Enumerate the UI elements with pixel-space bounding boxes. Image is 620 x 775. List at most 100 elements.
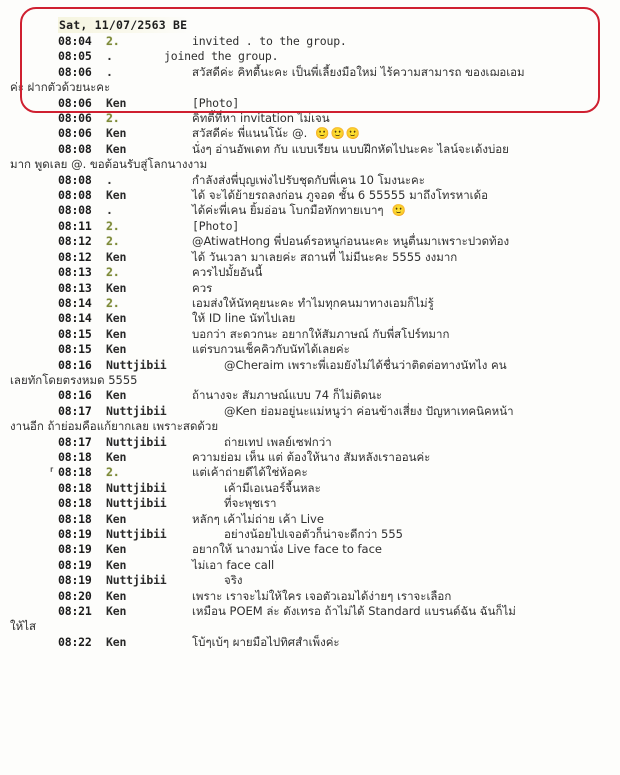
message-text: เหมือน POEM ล่ะ ดังเทรอ ถ้าไม่ได้ Standa… — [192, 604, 516, 619]
message-timestamp: 08:16 — [58, 357, 92, 372]
message-text: ได้ วันเวลา มาเลยค่ะ สถานที่ ไม่มีนะคะ 5… — [192, 249, 458, 264]
message-row: 08:15 Ken บอกว่า สะดวกนะ อยากให้สัมภาษณ์ ก… — [58, 327, 610, 342]
message-row: 08:18 Ken ความย่อม เห็น แต่ ต้องให้นาง สัม… — [58, 450, 610, 465]
message-timestamp: 08:06 — [58, 126, 92, 141]
message-sender: Ken — [106, 342, 127, 357]
message-row: 08:08 Ken ได้ จะได้ย้ายรถลงก่อน ภูจอด ชั้น… — [58, 188, 610, 203]
message-row: 08:12 Ken ได้ วันเวลา มาเลยค่ะ สถานที่ ไม่… — [58, 250, 610, 265]
message-row: 08:19 Nuttjibii จริง — [58, 573, 610, 588]
message-text: นั่งๆ อ่านอัพเดท กับ แบบเรียน แบบฝึกหัดไ… — [192, 141, 509, 156]
message-timestamp: 08:13 — [58, 265, 92, 280]
message-row: 08:17 Nuttjibii ถ่ายเทป เพลย์เซฟกว่า — [58, 435, 610, 450]
message-timestamp: 08:18 — [58, 480, 92, 495]
message-row: 08:22 Ken โบ้ๆเบ้ๆ ผายมือไปทิศสำเพ็งค่ะ — [58, 635, 610, 650]
message-timestamp: 08:17 — [58, 403, 92, 418]
message-text: หลักๆ เค้าไม่ถ่าย เค้า Live — [192, 511, 324, 526]
message-timestamp: 08:21 — [58, 604, 92, 619]
message-text: @AtiwatHong พี่ปอนด์รอหนูก่อนนะคะ หนูตื่… — [192, 234, 510, 249]
message-timestamp: 08:19 — [58, 527, 92, 541]
message-text: ถ้านางจะ สัมภาษณ์แบบ 74 ก็ไม่ติดนะ — [192, 388, 383, 403]
message-timestamp: 08:19 — [58, 542, 92, 557]
row-marker-icon: ⸢ — [48, 466, 56, 481]
message-row: 08:20 Ken เพราะ เราจะไม่ให้ใคร เจอตัวเอมได… — [58, 589, 610, 604]
message-timestamp: 08:08 — [58, 172, 92, 187]
message-text: เค้ามีเอเนอร์จี้นหละ — [224, 480, 321, 495]
emoji-smiley-icon: 🙂 — [383, 203, 407, 218]
chat-transcript-log: Sat, 11/07/2563 BE 08:04 2. invited . to t… — [0, 0, 620, 650]
message-timestamp: 08:14 — [58, 311, 92, 326]
message-timestamp: 08:19 — [58, 557, 92, 572]
message-text: ให้ ID line นัทไปเลย — [192, 311, 296, 326]
message-timestamp: 08:17 — [58, 434, 92, 449]
message-text: ได้ค่ะพี่เคน ยิ้มอ่อน โบกมือทักทายเบาๆ — [192, 203, 384, 218]
message-sender: Ken — [106, 326, 127, 341]
message-row: 08:06. สวัสดีค่ะ คิทตี้นะคะ เป็นพี่เลี้ยง… — [10, 64, 610, 96]
message-row: 08:17 Nuttjibii @Ken ย่อมอยู่นะแม่หนูว่า ค… — [10, 403, 610, 435]
message-text: joined the group. — [164, 49, 279, 64]
message-sender: 2. — [106, 34, 120, 48]
message-sender: 2. — [106, 265, 120, 280]
message-sender: Ken — [106, 188, 127, 203]
message-row: 08:13 2. ควรไปมั้ยอันนี้ — [58, 265, 610, 280]
message-timestamp: 08:15 — [58, 342, 92, 357]
message-timestamp: 08:16 — [58, 388, 92, 403]
message-row: 08:11 2. [Photo] — [58, 219, 610, 234]
message-text: สวัสดีค่ะ พี่แนนโน้ะ @. — [192, 126, 308, 141]
message-text: คิทตี้ที่หา invitation ไม่เจน — [192, 111, 330, 126]
message-text-continuation: ให้ไส — [10, 619, 36, 634]
emoji-smiley-icon: 🙂🙂🙂 — [307, 126, 362, 141]
message-text: อย่างน้อยไปเจอตัวก็น่าจะดีกว่า 555 — [224, 527, 403, 541]
message-timestamp: 08:18 — [58, 496, 92, 511]
message-timestamp: 08:08 — [58, 188, 92, 203]
message-sender: 2. — [106, 111, 120, 126]
message-timestamp: 08:11 — [58, 218, 92, 233]
message-text-continuation: เลยทักโดยตรงหมด 5555 — [10, 372, 138, 387]
message-sender: 2. — [106, 295, 120, 310]
message-sender: Ken — [106, 95, 127, 110]
message-sender: Nuttjibii — [106, 573, 167, 588]
message-text: [Photo] — [192, 95, 240, 110]
message-sender: Ken — [106, 511, 127, 526]
message-timestamp: 08:06 — [58, 95, 92, 110]
message-text: บอกว่า สะดวกนะ อยากให้สัมภาษณ์ กับพี่สโป… — [192, 326, 450, 341]
message-row: 08:18 Nuttjibii ที่จะพุชเรา — [58, 496, 610, 511]
message-timestamp: 08:06 — [58, 64, 92, 79]
message-row: 08:05. joined the group. — [58, 49, 610, 64]
message-row: 08:15 Ken แต่รบกวนเช็คคิวกับนัทได้เลยค่ะ — [58, 342, 610, 357]
message-row: 08:19 Ken อยากให้ นางมานั่ง Live face to f… — [58, 542, 610, 557]
message-text: ไม่เอา face call — [192, 557, 275, 572]
message-text: invited . to the group. — [192, 34, 347, 48]
message-timestamp: 08:12 — [58, 234, 92, 249]
message-row: 08:16 Ken ถ้านางจะ สัมภาษณ์แบบ 74 ก็ไม่ติด… — [58, 388, 610, 403]
message-row: ⸢ 08:18 2. แต่เค้าถ่ายดีได้ใช่ห้อคะ — [48, 465, 610, 480]
message-sender: . — [106, 49, 113, 64]
message-text: [Photo] — [192, 218, 240, 233]
message-rows: 08:04 2. invited . to the group. 08:05. join… — [10, 34, 610, 650]
message-sender: Ken — [106, 311, 127, 326]
message-text: @Cheraim เพราะพี่เอมยังไม่ได้ชื่นว่าติดต… — [224, 357, 507, 372]
message-sender: 2. — [106, 465, 120, 480]
message-timestamp: 08:06 — [58, 111, 92, 126]
message-sender: Nuttjibii — [106, 403, 167, 418]
message-sender: Ken — [106, 141, 127, 156]
message-text: เพราะ เราจะไม่ให้ใคร เจอตัวเอมได้ง่ายๆ เ… — [192, 588, 452, 603]
message-sender: Nuttjibii — [106, 496, 167, 511]
message-sender: Ken — [106, 388, 127, 403]
message-sender: Ken — [106, 604, 127, 619]
message-row: 08:06 Ken สวัสดีค่ะ พี่แนนโน้ะ @. 🙂🙂🙂 — [58, 126, 610, 141]
message-text: แต่เค้าถ่ายดีได้ใช่ห้อคะ — [192, 465, 308, 480]
message-row: 08:21 Ken เหมือน POEM ล่ะ ดังเทรอ ถ้าไม่ได… — [10, 604, 610, 635]
message-timestamp: 08:12 — [58, 249, 92, 264]
message-text: โบ้ๆเบ้ๆ ผายมือไปทิศสำเพ็งค่ะ — [192, 634, 340, 649]
message-timestamp: 08:04 — [58, 34, 92, 48]
message-row: 08:04 2. invited . to the group. — [58, 34, 610, 49]
message-row: 08:18 Ken หลักๆ เค้าไม่ถ่าย เค้า Live — [58, 512, 610, 527]
message-row: 08:06 2. คิทตี้ที่หา invitation ไม่เจน — [58, 111, 610, 126]
message-text-continuation: มาก พูดเลย @. ขอต้อนรับสู่โลกนางงาม — [10, 157, 208, 172]
message-text: @Ken ย่อมอยู่นะแม่หนูว่า ค่อนข้างเสี่ยง … — [224, 403, 514, 418]
message-sender: 2. — [106, 234, 120, 249]
message-timestamp: 08:08 — [58, 203, 92, 218]
message-row: 08:14 2. เอมส่งให้นัทคุยนะคะ ทำไมทุกคนมาทา… — [58, 296, 610, 311]
message-sender: Ken — [106, 588, 127, 603]
message-timestamp: 08:05 — [58, 49, 92, 64]
